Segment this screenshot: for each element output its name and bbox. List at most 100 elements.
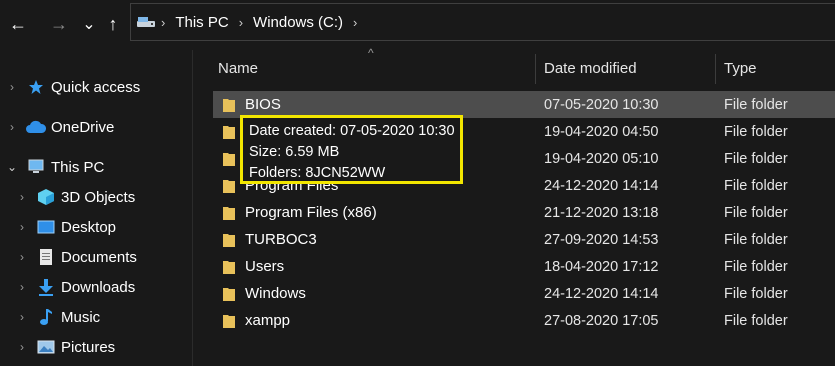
- file-type: File folder: [724, 204, 788, 221]
- file-date-modified: 27-08-2020 17:05: [544, 312, 659, 329]
- folder-icon: [223, 126, 235, 139]
- file-type: File folder: [724, 96, 788, 113]
- file-row-users[interactable]: Users 18-04-2020 17:12 File folder: [213, 253, 835, 280]
- folder-icon: [223, 99, 235, 112]
- sidebar-item-label: Pictures: [61, 338, 116, 356]
- sidebar-item-quick-access[interactable]: › Quick access: [0, 73, 192, 101]
- file-name: Users: [245, 258, 285, 275]
- file-date-modified: 19-04-2020 04:50: [544, 123, 659, 140]
- file-date-modified: 19-04-2020 05:10: [544, 150, 659, 167]
- forward-arrow-icon: →: [50, 13, 68, 34]
- file-date-modified: 24-12-2020 14:14: [544, 285, 659, 302]
- sidebar-item-label: Downloads: [61, 278, 136, 296]
- sidebar-item-label: Desktop: [61, 218, 117, 236]
- file-type: File folder: [724, 258, 788, 275]
- file-name: TURBOC3: [245, 231, 317, 248]
- breadcrumb-separator: ›: [161, 14, 166, 30]
- navigation-toolbar: ← → ⌄ ↑ › This PC › Windows (C:) ›: [0, 0, 835, 50]
- up-button[interactable]: ↑: [102, 11, 124, 37]
- sidebar-item-label: Music: [61, 308, 101, 326]
- expand-chevron-icon[interactable]: ›: [16, 250, 28, 264]
- file-date-modified: 21-12-2020 13:18: [544, 204, 659, 221]
- address-bar[interactable]: › This PC › Windows (C:) ›: [130, 3, 835, 41]
- file-row-bios[interactable]: BIOS 07-05-2020 10:30 File folder: [213, 91, 835, 118]
- file-name: xampp: [245, 312, 291, 329]
- file-date-modified: 18-04-2020 17:12: [544, 258, 659, 275]
- back-arrow-icon: ←: [9, 13, 27, 34]
- up-arrow-icon: ↑: [108, 13, 118, 34]
- file-row-xampp[interactable]: xampp 27-08-2020 17:05 File folder: [213, 307, 835, 334]
- expand-chevron-icon[interactable]: ›: [6, 80, 18, 94]
- breadcrumb-this-pc[interactable]: This PC: [175, 14, 228, 31]
- file-name: BIOS: [245, 96, 281, 113]
- sidebar-item-this-pc[interactable]: ⌄ This PC: [0, 153, 192, 181]
- desktop-icon: [37, 218, 55, 236]
- tooltip-size: Size: 6.59 MB: [249, 144, 340, 160]
- expand-chevron-icon[interactable]: ›: [6, 120, 18, 134]
- cube-icon: [37, 188, 55, 206]
- folder-icon: [223, 288, 235, 301]
- expand-chevron-icon[interactable]: ›: [16, 310, 28, 324]
- expand-chevron-icon[interactable]: ›: [16, 340, 28, 354]
- sidebar-item-label: OneDrive: [51, 118, 115, 136]
- folder-info-tooltip: Date created: 07-05-2020 10:30 Size: 6.5…: [240, 115, 463, 184]
- file-type: File folder: [724, 123, 788, 140]
- folder-icon: [223, 207, 235, 220]
- picture-icon: [37, 338, 55, 356]
- folder-icon: [223, 315, 235, 328]
- back-button[interactable]: ←: [7, 11, 29, 37]
- file-date-modified: 27-09-2020 14:53: [544, 231, 659, 248]
- column-header-label: Name: [218, 59, 259, 77]
- document-icon: [37, 248, 55, 266]
- sidebar-item-desktop[interactable]: › Desktop: [0, 213, 192, 241]
- sidebar-item-label: Documents: [61, 248, 137, 266]
- breadcrumb-windows-c[interactable]: Windows (C:): [253, 14, 343, 31]
- chevron-down-icon: ⌄: [82, 16, 96, 33]
- folder-icon: [223, 153, 235, 166]
- column-divider[interactable]: [535, 54, 536, 84]
- forward-button[interactable]: →: [48, 11, 70, 37]
- sidebar-item-label: Quick access: [51, 78, 141, 96]
- sidebar-item-pictures[interactable]: › Pictures: [0, 333, 192, 361]
- column-header-name[interactable]: Name: [218, 50, 538, 86]
- folder-icon: [223, 261, 235, 274]
- file-type: File folder: [724, 177, 788, 194]
- expand-chevron-icon[interactable]: ›: [16, 280, 28, 294]
- sidebar-item-onedrive[interactable]: › OneDrive: [0, 113, 192, 141]
- folder-icon: [223, 180, 235, 193]
- file-date-modified: 24-12-2020 14:14: [544, 177, 659, 194]
- breadcrumb-separator[interactable]: ›: [353, 15, 357, 30]
- file-row-windows[interactable]: Windows 24-12-2020 14:14 File folder: [213, 280, 835, 307]
- file-type: File folder: [724, 312, 788, 329]
- file-row-program-files-x86[interactable]: Program Files (x86) 21-12-2020 13:18 Fil…: [213, 199, 835, 226]
- column-header-type[interactable]: Type: [724, 50, 834, 86]
- cloud-icon: [25, 118, 47, 136]
- tooltip-folders: Folders: 8JCN52WW: [249, 165, 386, 181]
- file-type: File folder: [724, 285, 788, 302]
- sidebar-item-3d-objects[interactable]: › 3D Objects: [0, 183, 192, 211]
- sidebar-item-label: This PC: [51, 158, 105, 176]
- column-header-date-modified[interactable]: Date modified: [544, 50, 714, 86]
- navigation-pane: › Quick access › OneDrive ⌄ This PC › 3D…: [0, 50, 192, 366]
- tooltip-date-created: Date created: 07-05-2020 10:30: [249, 123, 455, 139]
- column-divider[interactable]: [715, 54, 716, 84]
- sidebar-item-music[interactable]: › Music: [0, 303, 192, 331]
- computer-icon: [27, 158, 45, 176]
- column-header-label: Date modified: [544, 59, 637, 77]
- breadcrumb-separator[interactable]: ›: [239, 15, 243, 30]
- file-name: Program Files (x86): [245, 204, 377, 221]
- recent-locations-button[interactable]: ⌄: [78, 11, 100, 37]
- expand-chevron-icon[interactable]: ›: [16, 220, 28, 234]
- file-list-pane: ^ Name Date modified Type BIOS 07-05-202…: [192, 46, 835, 366]
- folder-icon: [223, 234, 235, 247]
- music-icon: [37, 308, 55, 326]
- file-row-turboc3[interactable]: TURBOC3 27-09-2020 14:53 File folder: [213, 226, 835, 253]
- expand-chevron-icon[interactable]: ›: [16, 190, 28, 204]
- collapse-chevron-icon[interactable]: ⌄: [6, 160, 18, 174]
- star-icon: [27, 78, 45, 96]
- file-name: Windows: [245, 285, 306, 302]
- sidebar-item-documents[interactable]: › Documents: [0, 243, 192, 271]
- file-date-modified: 07-05-2020 10:30: [544, 96, 659, 113]
- sidebar-item-downloads[interactable]: › Downloads: [0, 273, 192, 301]
- sidebar-item-label: 3D Objects: [61, 188, 136, 206]
